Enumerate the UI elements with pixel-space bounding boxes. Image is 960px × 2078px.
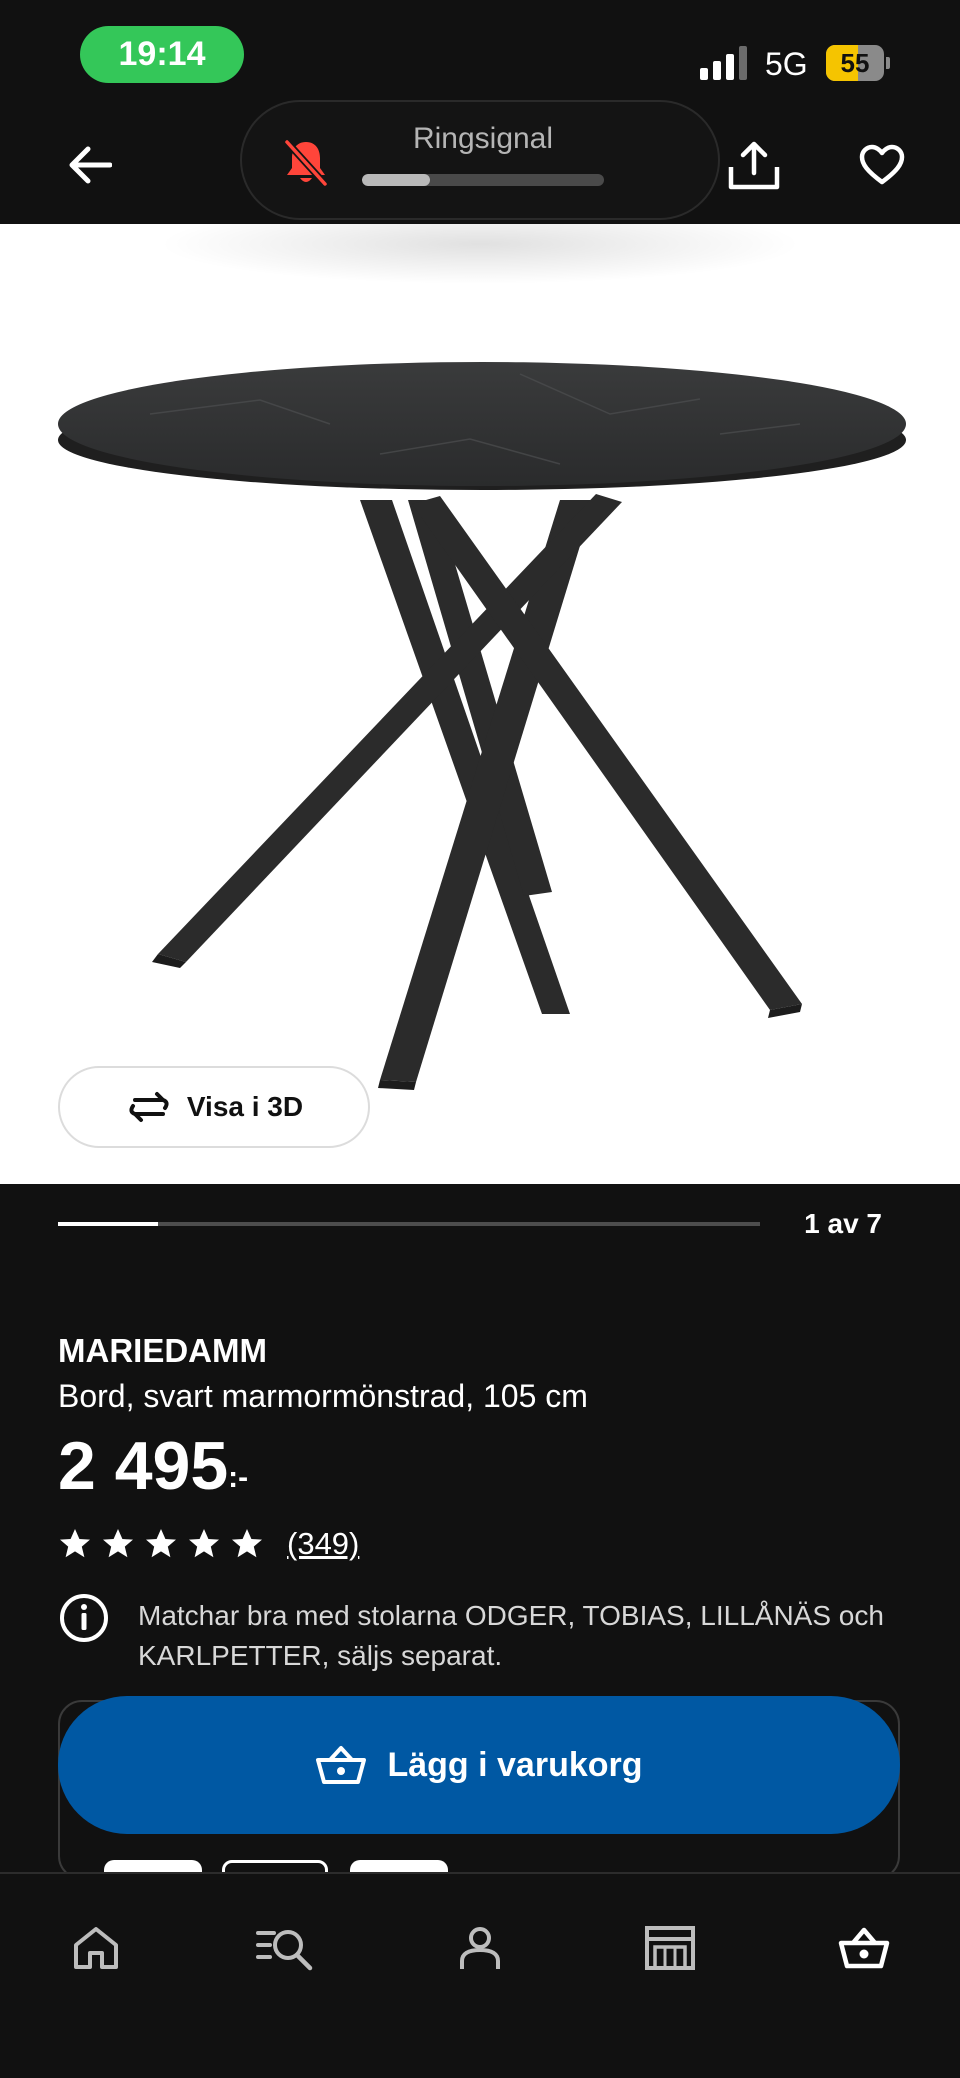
nav-stores[interactable] [630, 1908, 710, 1988]
status-time: 19:14 [80, 26, 244, 83]
product-name: MARIEDAMM [58, 1332, 267, 1369]
gallery-progress-track [58, 1222, 760, 1226]
info-text: Matchar bra med stolarna ODGER, TOBIAS, … [138, 1600, 884, 1671]
basket-icon [316, 1746, 367, 1784]
nav-home[interactable] [56, 1908, 136, 1988]
view-in-3d-label: Visa i 3D [186, 1091, 304, 1122]
favorite-button[interactable] [842, 130, 922, 200]
rating-stars [58, 1527, 273, 1561]
ringer-volume-fill [362, 174, 430, 186]
network-type: 5G [765, 46, 808, 82]
star-icon [146, 1529, 176, 1558]
info-icon [60, 1594, 108, 1642]
top-app-bar: Ringsignal [0, 100, 960, 224]
battery-body: 55 [826, 45, 884, 81]
store-icon [645, 1926, 695, 1970]
star-icon [60, 1529, 90, 1558]
nav-profile[interactable] [440, 1908, 520, 1988]
search-list-icon [256, 1930, 313, 1971]
bottom-navigation [0, 1872, 960, 2078]
battery-nub [886, 57, 890, 69]
gallery-progress-fill [58, 1222, 159, 1226]
battery-level: 55 [840, 47, 870, 78]
cellular-signal-icon [700, 46, 747, 80]
add-to-cart-button[interactable]: Lägg i varukorg [58, 1696, 900, 1834]
product-image [58, 224, 906, 1090]
view-in-3d-button[interactable]: Visa i 3D [58, 1066, 370, 1148]
share-icon [728, 141, 780, 190]
rotate-3d-icon [129, 1092, 169, 1122]
nav-search[interactable] [246, 1908, 326, 1988]
back-button[interactable] [50, 130, 130, 200]
gallery-page-indicator: 1 av 7 [804, 1208, 882, 1239]
product-image-gallery[interactable]: Visa i 3D [0, 224, 960, 1184]
review-count-link[interactable]: (349) [287, 1526, 359, 1562]
star-icon [189, 1529, 219, 1558]
basket-icon [838, 1927, 890, 1969]
ringer-volume-track [362, 174, 604, 186]
bell-slash-icon [284, 139, 328, 187]
home-icon [74, 1927, 118, 1969]
ringer-volume-hud: Ringsignal [240, 100, 720, 220]
star-icon [103, 1529, 133, 1558]
add-to-cart-label: Lägg i varukorg [387, 1745, 643, 1784]
ringer-label: Ringsignal [412, 122, 554, 155]
arrow-left-icon [69, 146, 112, 184]
product-description: Bord, svart marmormönstrad, 105 cm [58, 1378, 588, 1414]
profile-icon [460, 1927, 500, 1969]
battery-indicator: 55 [826, 45, 890, 81]
price-amount: 2 495 [58, 1428, 229, 1504]
heart-icon [859, 144, 905, 185]
star-icon [232, 1529, 262, 1558]
nav-cart[interactable] [824, 1908, 904, 1988]
product-price: 2 495 :- [58, 1428, 248, 1504]
product-rating[interactable]: (349) [58, 1524, 359, 1564]
status-bar: 19:14 5G 55 [0, 0, 960, 112]
share-button[interactable] [712, 128, 796, 204]
price-suffix: :- [228, 1461, 249, 1494]
